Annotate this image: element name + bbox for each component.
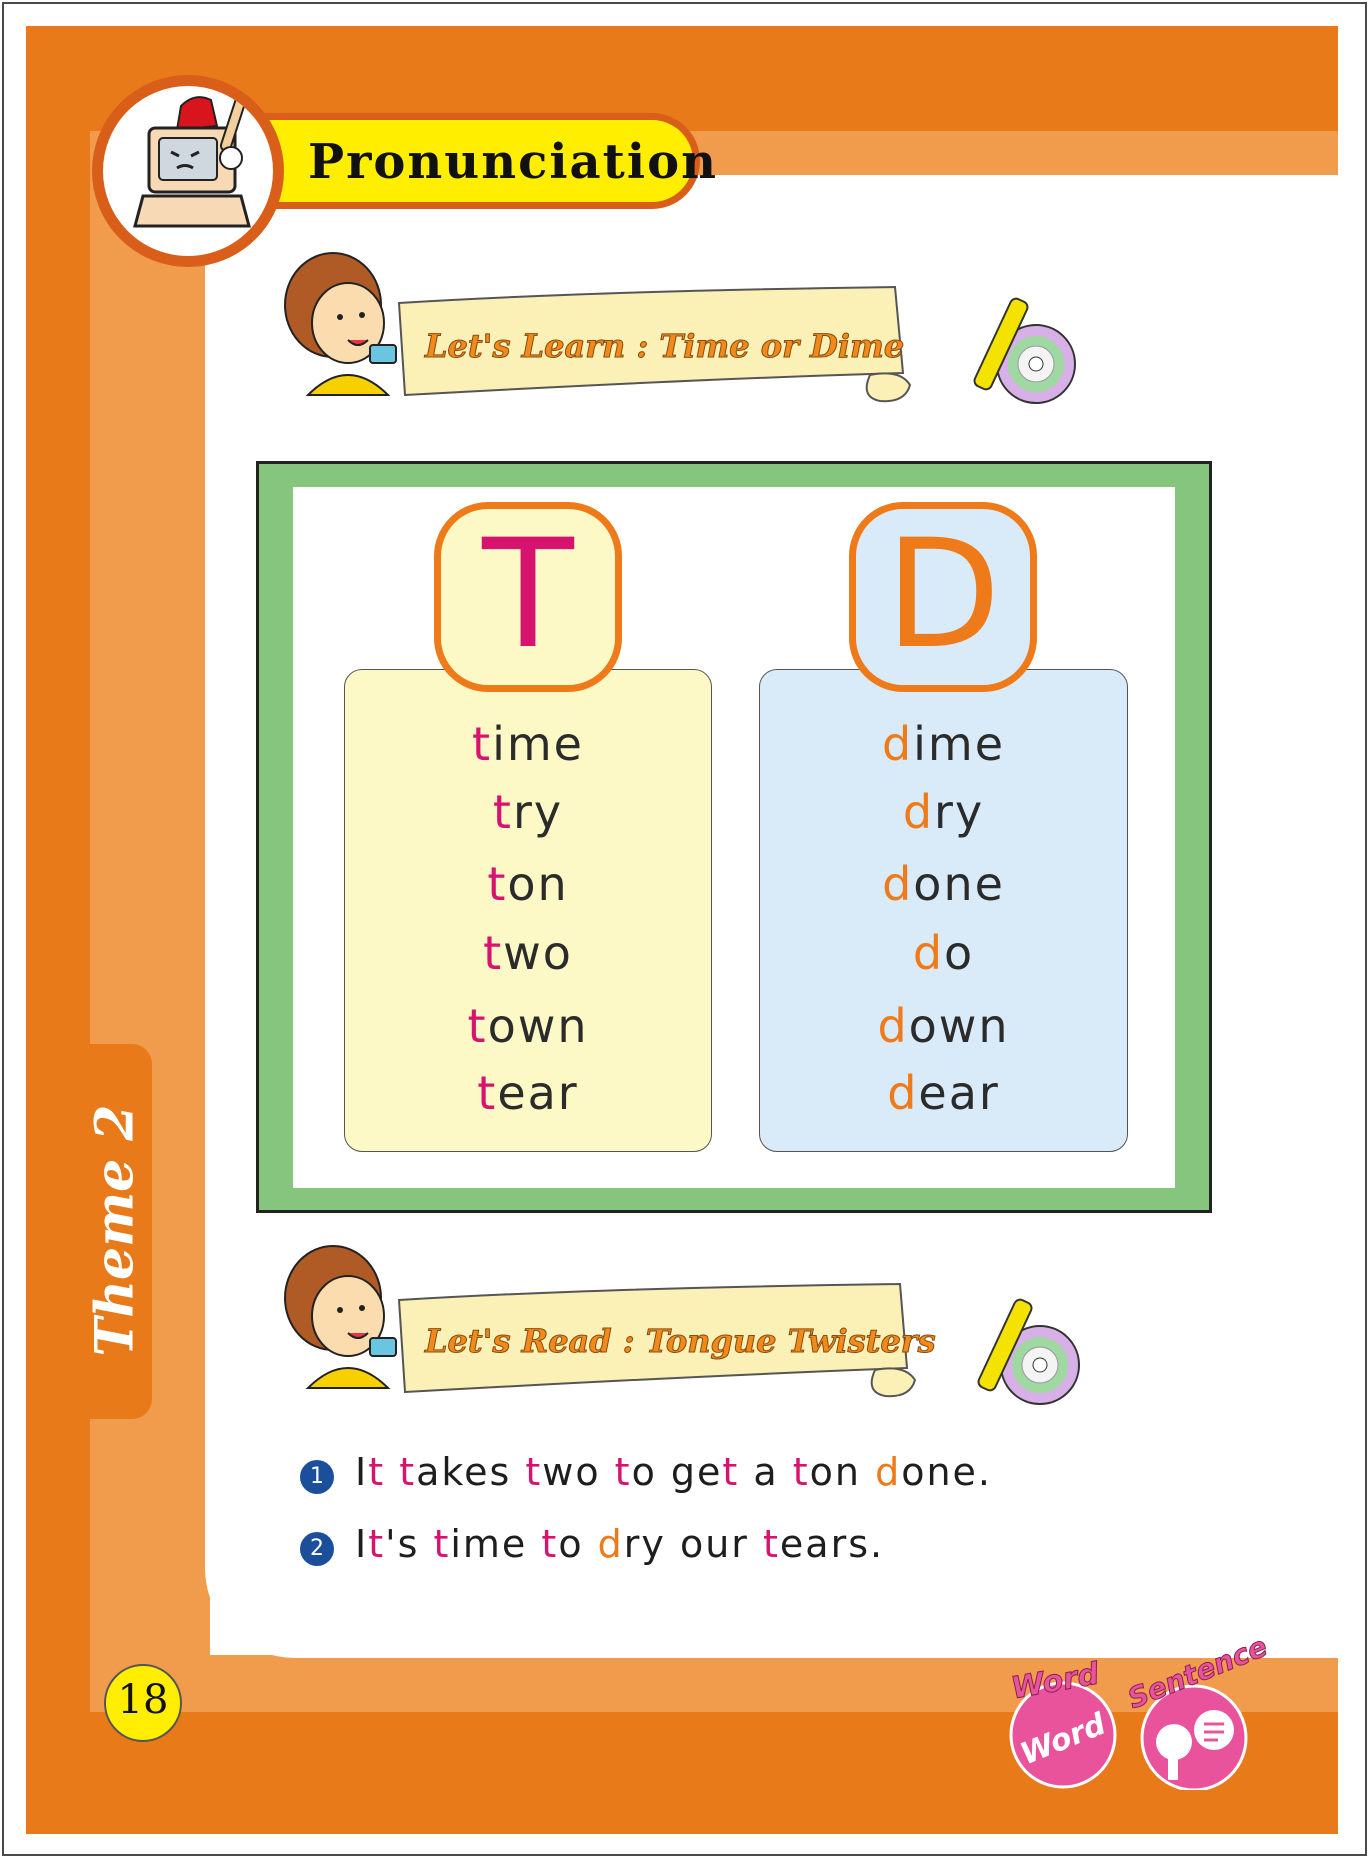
- computer-mascot-icon: [92, 75, 284, 267]
- learn-section-title: Let's Learn : Time or Dime: [424, 327, 905, 366]
- sentence-segment: a: [739, 1450, 793, 1494]
- tongue-twister-1: It takes two to get a ton done.: [355, 1450, 992, 1494]
- sentence-segment: I: [355, 1522, 369, 1566]
- page-title: Pronunciation: [308, 134, 718, 190]
- girl-reading-icon: [278, 1238, 408, 1398]
- theme-label: Theme 2: [84, 1104, 146, 1357]
- t-word: two: [483, 926, 573, 980]
- sentence-segment: t: [525, 1450, 543, 1494]
- t-word: try: [492, 785, 564, 839]
- sentence-segment: t: [614, 1450, 632, 1494]
- sentence-audio-badge[interactable]: Sentence: [1122, 1629, 1282, 1792]
- sentence-segment: 's: [385, 1522, 434, 1566]
- sentence-segment: akes: [416, 1450, 526, 1494]
- t-word-list: time try ton two town tear: [344, 669, 712, 1152]
- left-inner-band: [90, 131, 210, 1731]
- d-word: done: [882, 857, 1005, 911]
- pen-cd-icon: [968, 292, 1078, 404]
- d-word: do: [912, 926, 975, 980]
- sentence-segment: t: [368, 1522, 386, 1566]
- sentence-segment: ears.: [779, 1522, 885, 1566]
- sentence-segment: wo: [542, 1450, 615, 1494]
- t-word: tear: [477, 1066, 579, 1120]
- sentence-segment: t: [792, 1450, 810, 1494]
- sentence-segment: t: [722, 1450, 740, 1494]
- sentence-segment: ime: [450, 1522, 542, 1566]
- sentence-segment: o ge: [631, 1450, 723, 1494]
- t-letter: T: [482, 508, 574, 682]
- read-section-title: Let's Read : Tongue Twisters: [425, 1322, 937, 1361]
- tongue-twister-2: It's time to dry our tears.: [355, 1522, 884, 1566]
- d-word: dime: [881, 717, 1006, 771]
- girl-reading-icon: [278, 245, 408, 405]
- sentence-segment: t: [399, 1450, 417, 1494]
- sentence-segment: one.: [901, 1450, 992, 1494]
- word-audio-badge[interactable]: Word Word: [1005, 1656, 1125, 1790]
- sentence-segment: on: [809, 1450, 876, 1494]
- t-word: ton: [487, 857, 569, 911]
- sentence-segment: I: [355, 1450, 369, 1494]
- d-word: dear: [887, 1066, 1000, 1120]
- sentence-segment: t: [368, 1450, 386, 1494]
- t-word: town: [467, 999, 589, 1053]
- pen-cd-icon: [972, 1293, 1082, 1405]
- sentence-segment: t: [433, 1522, 451, 1566]
- sentence-segment: ry our: [623, 1522, 763, 1566]
- sentence-segment: t: [763, 1522, 780, 1566]
- left-band: [26, 26, 90, 1834]
- sentence-number-badge: 2: [300, 1532, 334, 1566]
- sentence-segment: t: [541, 1522, 559, 1566]
- sentence-segment: o: [558, 1522, 598, 1566]
- d-letter: D: [885, 508, 1001, 682]
- sentence-segment: d: [597, 1522, 624, 1566]
- t-word: time: [472, 717, 584, 771]
- d-word: dry: [902, 785, 985, 839]
- sentence-segment: [385, 1450, 399, 1494]
- d-word-list: dime dry done do down dear: [759, 669, 1128, 1152]
- d-word: down: [877, 999, 1010, 1053]
- sentence-segment: d: [875, 1450, 902, 1494]
- page-number: 18: [117, 1677, 169, 1723]
- sentence-number-badge: 1: [300, 1460, 334, 1494]
